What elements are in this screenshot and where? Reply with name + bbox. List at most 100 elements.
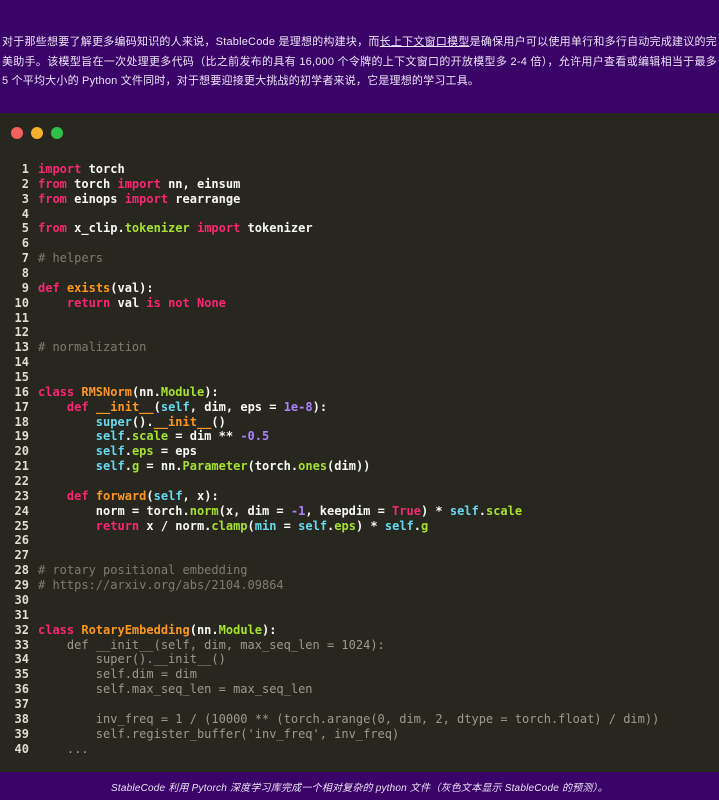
token-pl: ( (146, 488, 154, 503)
token-cm: # https://arxiv.org/abs/2104.09864 (38, 578, 284, 593)
line-number: 24 (14, 503, 29, 518)
token-pl: . (124, 459, 132, 474)
close-button[interactable] (11, 127, 23, 139)
token-kw: import (38, 162, 82, 176)
intro-text-before-link: 对于那些想要了解更多编码知识的人来说，StableCode 是理想的构建块，而 (2, 36, 380, 48)
token-pl: (torch. (247, 459, 299, 474)
line-content: self.dim = dim (38, 667, 197, 682)
intro-text: 对于那些想要了解更多编码知识的人来说，StableCode 是理想的构建块，而长… (2, 33, 717, 92)
code-line: 16 class RMSNorm(nn.Module): (0, 385, 719, 400)
token-pl: einops (66, 191, 125, 206)
line-number: 11 (14, 310, 29, 325)
line-number: 10 (14, 295, 29, 310)
token-pl: () (211, 414, 226, 429)
token-nm: 1e-8 (283, 399, 313, 414)
token-pl: = dim ** (168, 429, 241, 444)
code-line: 39 self.register_buffer('inv_freq', inv_… (0, 727, 719, 742)
code-line: 28 # rotary positional embedding (0, 563, 719, 578)
token-fn: __init__ (95, 399, 154, 414)
token-kw: def (38, 280, 60, 295)
line-number: 20 (14, 444, 29, 459)
token-pl: ): (312, 399, 328, 414)
code-line: 1 import torch (0, 162, 719, 177)
token-fn: RotaryEmbedding (81, 622, 190, 637)
token-kw: not (168, 295, 190, 310)
code-line: 30 (0, 593, 719, 608)
token-pl: (val): (110, 280, 154, 295)
token-pl: = eps (153, 444, 197, 459)
token-bi: super (95, 414, 132, 429)
intro-banner: 对于那些想要了解更多编码知识的人来说，StableCode 是理想的构建块，而长… (0, 0, 719, 113)
code-line: 20 self.eps = eps (0, 444, 719, 459)
token-bi: min (254, 518, 277, 533)
token-pl: ) * (355, 518, 385, 533)
token-bi: self (449, 503, 479, 518)
token-gh: self.register_buffer('inv_freq', inv_fre… (38, 726, 400, 741)
code-area: 1 import torch 2 from torch import nn, eins… (0, 162, 719, 756)
token-cm: # helpers (38, 251, 104, 266)
line-content: self.register_buffer('inv_freq', inv_fre… (38, 727, 399, 742)
token-kw: return (66, 295, 111, 310)
line-number: 33 (14, 637, 29, 652)
token-fn: exists (66, 280, 111, 295)
line-content: from x_clip.tokenizer import tokenizer (38, 221, 313, 236)
line-content: def exists(val): (38, 281, 154, 296)
token-kw: True (392, 503, 421, 518)
token-pl: , dim, eps = (189, 399, 284, 414)
line-number: 22 (14, 474, 29, 489)
token-bi: self (384, 518, 414, 533)
token-pl: . (413, 518, 422, 533)
token-cm: # normalization (38, 340, 147, 355)
line-content: import torch (38, 162, 125, 177)
line-content: # helpers (38, 251, 103, 266)
code-line: 40 ... (0, 742, 719, 757)
minimize-button[interactable] (31, 127, 43, 139)
line-number: 7 (21, 251, 29, 266)
token-fn: forward (95, 488, 147, 503)
line-number: 35 (14, 667, 29, 682)
line-content: super().__init__() (38, 652, 226, 667)
token-pl: norm = torch. (38, 503, 190, 518)
line-number: 32 (14, 622, 29, 637)
maximize-button[interactable] (51, 127, 63, 139)
code-line: 5 from x_clip.tokenizer import tokenizer (0, 221, 719, 236)
token-bi: self (95, 459, 125, 474)
line-number: 31 (14, 607, 29, 622)
line-number: 36 (14, 682, 29, 697)
token-kw: def (66, 488, 89, 503)
token-pl: = nn. (139, 459, 183, 474)
token-pl: ) * (420, 503, 450, 518)
token-pl: (nn. (131, 384, 161, 399)
code-editor-window: 1 import torch 2 from torch import nn, eins… (0, 113, 719, 772)
token-kw: is (146, 295, 161, 310)
context-window-link[interactable]: 长上下文窗口模型 (380, 36, 470, 48)
caption-bar: StableCode 利用 Pytorch 深度学习库完成一个相对复杂的 pyt… (0, 772, 719, 800)
token-mt: eps (131, 444, 154, 459)
code-line: 11 (0, 311, 719, 326)
line-content: def __init__(self, dim, max_seq_len = 10… (38, 638, 385, 653)
line-content: # https://arxiv.org/abs/2104.09864 (38, 578, 284, 593)
line-content: self.max_seq_len = max_seq_len (38, 682, 313, 697)
line-content: return val is not None (38, 296, 226, 311)
token-mt: ones (298, 459, 328, 474)
code-line: 33 def __init__(self, dim, max_seq_len =… (0, 638, 719, 653)
line-number: 28 (14, 563, 29, 578)
line-number: 9 (21, 280, 29, 295)
token-kw: from (38, 176, 67, 191)
code-line: 12 (0, 325, 719, 340)
line-number: 27 (14, 548, 29, 563)
line-number: 6 (21, 236, 29, 251)
code-line: 23 def forward(self, x): (0, 489, 719, 504)
line-content: ... (38, 742, 89, 757)
token-gh: self.dim = dim (38, 667, 197, 682)
code-line: 31 (0, 608, 719, 623)
code-line: 37 (0, 697, 719, 712)
token-mt: Parameter (182, 459, 248, 474)
token-kw: import (196, 221, 241, 236)
token-kw: from (38, 221, 67, 236)
line-content: norm = torch.norm(x, dim = -1, keepdim =… (38, 504, 522, 519)
code-line: 3 from einops import rearrange (0, 192, 719, 207)
